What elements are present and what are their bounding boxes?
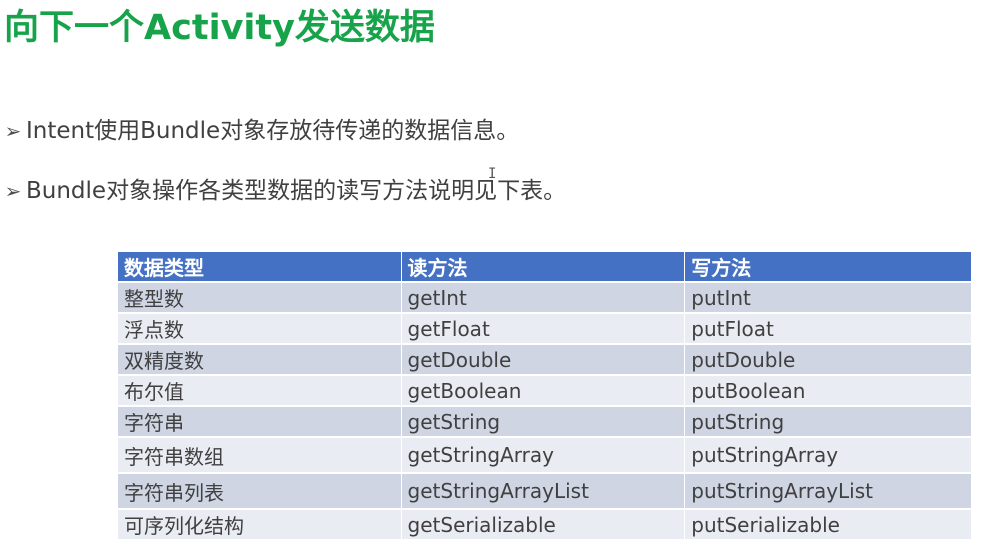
bullet-arrow-icon: ➢: [4, 119, 22, 143]
bullet-intent-bundle: ➢ Intent使用Bundle对象存放待传递的数据信息。: [0, 113, 520, 149]
table-row: 整型数 getInt putInt: [117, 282, 972, 314]
table-header-row: 数据类型 读方法 写方法: [117, 252, 972, 283]
bullet-bundle-methods: ➢ Bundle对象操作各类型数据的读写方法说明见下表。: [0, 173, 566, 209]
table-row: 字符串数组 getStringArray putStringArray: [117, 437, 972, 474]
cell-read-method: getString: [400, 406, 686, 438]
cell-data-type: 字符串: [117, 406, 402, 438]
bullet-text: Bundle对象操作各类型数据的读写方法说明见下表。: [26, 178, 567, 204]
cell-read-method: getFloat: [400, 313, 686, 345]
cell-read-method: getStringArray: [400, 437, 686, 474]
cell-write-method: putString: [684, 406, 972, 438]
slide: { "title": "向下一个Activity发送数据", "bullets"…: [0, 0, 1007, 560]
cell-data-type: 整型数: [117, 282, 402, 314]
cell-data-type: 浮点数: [117, 313, 402, 345]
cell-data-type: 双精度数: [117, 344, 402, 376]
header-read-method: 读方法: [400, 252, 686, 283]
cell-data-type: 布尔值: [117, 375, 402, 407]
table-row: 字符串列表 getStringArrayList putStringArrayL…: [117, 473, 972, 510]
cell-data-type: 字符串列表: [117, 473, 402, 510]
cell-read-method: getStringArrayList: [400, 473, 686, 510]
cell-write-method: putStringArrayList: [684, 473, 972, 510]
cell-read-method: getInt: [400, 282, 686, 314]
cell-write-method: putStringArray: [684, 437, 972, 474]
cell-write-method: putDouble: [684, 344, 972, 376]
bundle-methods-table: 数据类型 读方法 写方法 整型数 getInt putInt 浮点数 getFl…: [117, 252, 972, 541]
cell-read-method: getDouble: [400, 344, 686, 376]
cell-write-method: putFloat: [684, 313, 972, 345]
table-row: 双精度数 getDouble putDouble: [117, 344, 972, 376]
header-write-method: 写方法: [684, 252, 972, 283]
cell-write-method: putSerializable: [684, 509, 972, 541]
cell-data-type: 字符串数组: [117, 437, 402, 474]
header-data-type: 数据类型: [117, 252, 402, 283]
table-row: 浮点数 getFloat putFloat: [117, 313, 972, 345]
slide-title: 向下一个Activity发送数据: [4, 8, 435, 48]
text-cursor-icon: I: [488, 166, 497, 182]
table-row: 布尔值 getBoolean putBoolean: [117, 375, 972, 407]
table-row: 可序列化结构 getSerializable putSerializable: [117, 509, 972, 541]
cell-write-method: putBoolean: [684, 375, 972, 407]
cell-read-method: getSerializable: [400, 509, 686, 541]
bullet-text: Intent使用Bundle对象存放待传递的数据信息。: [26, 118, 520, 144]
cell-write-method: putInt: [684, 282, 972, 314]
cell-data-type: 可序列化结构: [117, 509, 402, 541]
table-row: 字符串 getString putString: [117, 406, 972, 438]
cell-read-method: getBoolean: [400, 375, 686, 407]
bullet-arrow-icon: ➢: [4, 179, 22, 203]
